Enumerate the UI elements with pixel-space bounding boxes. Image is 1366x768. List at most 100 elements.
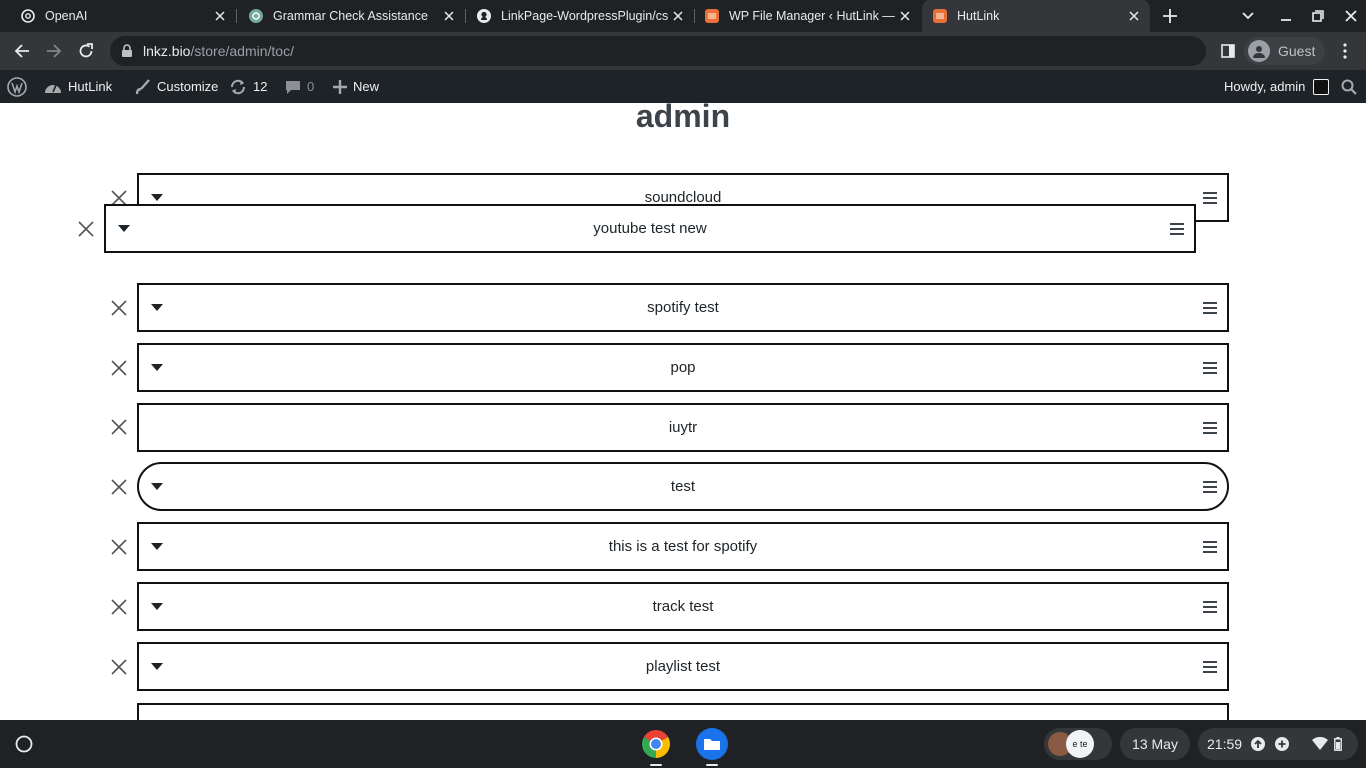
openai-icon (20, 8, 36, 24)
link-row[interactable]: pop (137, 343, 1229, 392)
close-tab-icon[interactable] (212, 8, 228, 24)
close-icon (111, 539, 127, 555)
admin-search-button[interactable] (1341, 70, 1357, 103)
caret-down-icon[interactable] (151, 194, 163, 202)
caret-down-icon[interactable] (118, 225, 130, 233)
close-icon (111, 659, 127, 675)
remove-row-button[interactable] (76, 219, 96, 239)
tab-hutlink[interactable]: HutLink (922, 0, 1150, 32)
link-row-label: youtube test new (593, 220, 707, 237)
battery-icon (1334, 737, 1342, 751)
chrome-app-icon[interactable] (640, 728, 672, 760)
guest-avatar-icon (1248, 40, 1270, 62)
drag-handle-icon[interactable] (1170, 222, 1184, 235)
remove-row-button[interactable] (109, 298, 129, 318)
link-row-dragging[interactable]: youtube test new (104, 204, 1196, 253)
close-icon (111, 599, 127, 615)
launcher-button[interactable] (12, 732, 36, 756)
site-name: HutLink (68, 79, 113, 94)
remove-row-button[interactable] (109, 657, 129, 677)
link-row-label: iuytr (668, 419, 698, 436)
link-row[interactable]: track test (137, 582, 1229, 631)
link-row[interactable]: playlist test (137, 642, 1229, 691)
howdy-label: Howdy, admin (1224, 79, 1306, 94)
link-row-label: pop (670, 359, 696, 376)
drag-handle-icon[interactable] (1203, 191, 1217, 204)
hutlink-icon (932, 8, 948, 24)
drag-handle-icon[interactable] (1203, 301, 1217, 314)
wp-logo-menu[interactable] (7, 70, 27, 103)
caret-down-icon[interactable] (151, 603, 163, 611)
upload-icon (1250, 736, 1266, 752)
wordpress-icon (7, 76, 27, 97)
updates-link[interactable]: 12 (229, 70, 267, 103)
site-name-menu[interactable]: HutLink (44, 70, 112, 103)
date-tray[interactable]: 13 May (1120, 728, 1190, 760)
drag-handle-icon[interactable] (1203, 600, 1217, 613)
caret-down-icon[interactable] (151, 483, 163, 491)
my-account-menu[interactable]: Howdy, admin (1224, 70, 1330, 103)
caret-down-icon[interactable] (151, 304, 163, 312)
reload-button[interactable] (72, 37, 100, 65)
remove-row-button[interactable] (109, 597, 129, 617)
minimize-button[interactable] (1271, 0, 1301, 32)
caret-down-icon[interactable] (151, 364, 163, 372)
url-host: lnkz.bio (143, 43, 191, 59)
profile-button[interactable]: Guest (1244, 37, 1326, 65)
drag-handle-icon[interactable] (1203, 480, 1217, 493)
close-icon (78, 221, 94, 237)
remove-row-button[interactable] (109, 417, 129, 437)
tab-title: WP File Manager ‹ HutLink — V (729, 9, 897, 23)
notification-tray[interactable]: e te (1044, 728, 1112, 760)
close-window-button[interactable] (1336, 0, 1366, 32)
link-row[interactable]: test (137, 462, 1229, 511)
link-row-label: spotify test (647, 299, 719, 316)
tab-search-button[interactable] (1233, 0, 1263, 32)
link-row[interactable]: spotify test (137, 283, 1229, 332)
maximize-button[interactable] (1303, 0, 1333, 32)
drag-handle-icon[interactable] (1203, 660, 1217, 673)
back-button[interactable] (8, 37, 36, 65)
plus-icon (1163, 9, 1177, 23)
customize-link[interactable]: Customize (135, 70, 218, 103)
status-tray[interactable]: 21:59 (1198, 728, 1358, 760)
openai-icon (248, 8, 264, 24)
user-avatar (1313, 78, 1330, 95)
comment-icon (285, 79, 301, 95)
running-indicator (706, 764, 718, 766)
tab-github[interactable]: LinkPage-WordpressPlugin/cs (466, 0, 694, 32)
remove-row-button[interactable] (109, 537, 129, 557)
close-tab-icon[interactable] (897, 8, 913, 24)
remove-row-button[interactable] (109, 358, 129, 378)
tab-title: OpenAI (45, 9, 88, 23)
remove-row-button[interactable] (109, 477, 129, 497)
caret-down-icon[interactable] (151, 543, 163, 551)
updates-icon (229, 78, 247, 96)
link-row[interactable]: iuytr (137, 403, 1229, 452)
drag-handle-icon[interactable] (1203, 421, 1217, 434)
search-icon (1341, 79, 1357, 95)
add-circle-icon (1274, 736, 1290, 752)
side-panel-button[interactable] (1214, 37, 1242, 65)
new-tab-button[interactable] (1155, 0, 1185, 32)
link-row[interactable]: this is a test for spotify (137, 522, 1229, 571)
tab-openai[interactable]: OpenAI (0, 0, 236, 32)
address-bar[interactable]: lnkz.bio/store/admin/toc/ (110, 36, 1206, 66)
tab-wp-file-manager[interactable]: WP File Manager ‹ HutLink — V (695, 0, 921, 32)
comments-link[interactable]: 0 (285, 70, 314, 103)
new-content-menu[interactable]: New (333, 70, 379, 103)
tab-grammar-check[interactable]: Grammar Check Assistance (237, 0, 465, 32)
files-app-icon[interactable] (696, 728, 728, 760)
close-tab-icon[interactable] (1126, 8, 1142, 24)
close-tab-icon[interactable] (441, 8, 457, 24)
link-row-partial[interactable] (137, 703, 1229, 720)
browser-menu-button[interactable] (1331, 37, 1359, 65)
system-shelf: e te 13 May 21:59 (0, 720, 1366, 768)
drag-handle-icon[interactable] (1203, 540, 1217, 553)
close-tab-icon[interactable] (670, 8, 686, 24)
paintbrush-icon (135, 78, 151, 95)
drag-handle-icon[interactable] (1203, 361, 1217, 374)
forward-button[interactable] (40, 37, 68, 65)
caret-down-icon[interactable] (151, 663, 163, 671)
link-row-label: test (670, 478, 696, 495)
